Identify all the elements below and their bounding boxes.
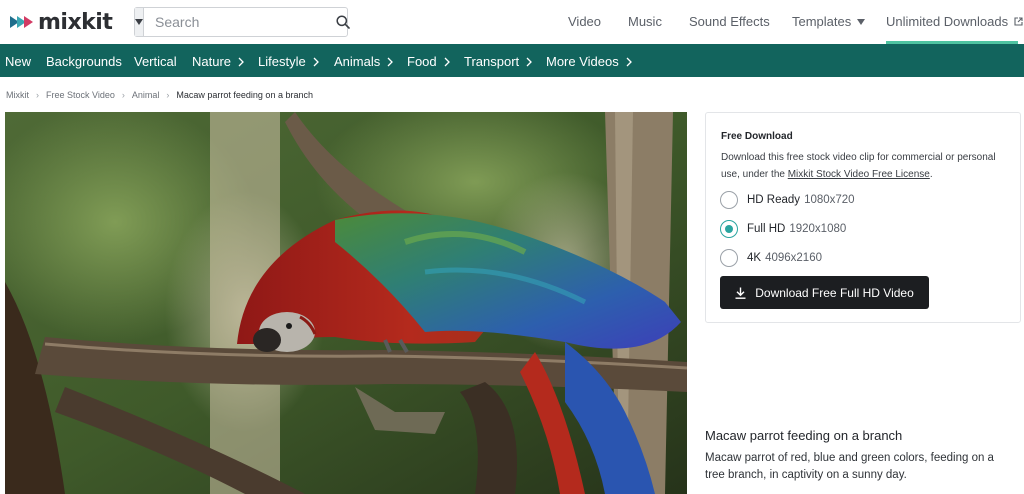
chevron-right-icon: [313, 57, 319, 66]
category-nature-label: Nature: [192, 54, 232, 69]
option-full-hd-name: Full HD: [747, 223, 786, 235]
chevron-right-icon: [444, 57, 450, 66]
nav-unlimited-downloads[interactable]: Unlimited Downloads: [886, 14, 1023, 29]
category-backgrounds[interactable]: Backgrounds: [46, 54, 122, 69]
radio-4k[interactable]: [720, 249, 738, 267]
breadcrumb: Mixkit › Free Stock Video › Animal › Mac…: [6, 90, 313, 100]
video-description: Macaw parrot of red, blue and green colo…: [705, 452, 994, 481]
download-button[interactable]: Download Free Full HD Video: [720, 276, 929, 309]
option-hd-ready-resolution: 1080x720: [804, 194, 855, 206]
option-full-hd[interactable]: Full HD 1920x1080: [720, 220, 846, 238]
category-transport[interactable]: Transport: [464, 54, 533, 69]
breadcrumb-free-stock-video[interactable]: Free Stock Video: [46, 90, 115, 100]
nav-unlimited-downloads-label: Unlimited Downloads: [886, 14, 1009, 29]
breadcrumb-mixkit[interactable]: Mixkit: [6, 90, 29, 100]
option-hd-ready-name: HD Ready: [747, 194, 801, 206]
category-animals[interactable]: Animals: [334, 54, 394, 69]
download-card-description: Download this free stock video clip for …: [721, 149, 1006, 183]
category-backgrounds-label: Backgrounds: [46, 54, 122, 69]
video-title: Macaw parrot feeding on a branch: [705, 428, 903, 443]
nav-sound-effects-label: Sound Effects: [689, 14, 770, 29]
option-hd-ready[interactable]: HD Ready 1080x720: [720, 191, 855, 209]
search-type-dropdown[interactable]: [135, 8, 144, 36]
category-transport-label: Transport: [464, 54, 520, 69]
search-box: [134, 7, 350, 37]
download-icon: [735, 287, 746, 299]
option-4k[interactable]: 4K 4096x2160: [720, 249, 822, 267]
category-more-videos-label: More Videos: [546, 54, 619, 69]
category-nature[interactable]: Nature: [192, 54, 244, 69]
radio-hd-ready[interactable]: [720, 191, 738, 209]
search-button[interactable]: [336, 8, 350, 36]
category-lifestyle-label: Lifestyle: [258, 54, 306, 69]
nav-video-label: Video: [568, 14, 602, 29]
download-button-label: Download Free Full HD Video: [755, 285, 914, 300]
category-food[interactable]: Food: [407, 54, 450, 69]
caret-down-icon: [135, 19, 143, 25]
chevron-right-icon: [626, 57, 632, 66]
nav-templates[interactable]: Templates: [792, 14, 866, 29]
external-link-icon: [1014, 17, 1023, 26]
logo-mark-icon: [10, 16, 33, 28]
chevron-right-icon: [526, 57, 533, 66]
download-card-title: Free Download: [721, 131, 793, 142]
download-card: Free Download Download this free stock v…: [705, 112, 1021, 323]
option-4k-name: 4K: [747, 252, 762, 264]
category-lifestyle[interactable]: Lifestyle: [258, 54, 319, 69]
category-more-videos[interactable]: More Videos: [546, 54, 632, 69]
category-new-label: New: [5, 54, 32, 69]
nav-video[interactable]: Video: [568, 14, 601, 29]
category-bar: New Backgrounds Vertical Nature Lifestyl…: [0, 44, 1024, 77]
radio-full-hd[interactable]: [720, 220, 738, 238]
download-desc-suffix: .: [929, 169, 933, 180]
caret-down-icon: [857, 18, 866, 25]
logo-text: mixkit: [38, 9, 113, 35]
nav-music-label: Music: [628, 14, 662, 29]
chevron-right-icon: [387, 57, 394, 66]
breadcrumb-separator: ›: [121, 90, 125, 100]
breadcrumb-separator: ›: [166, 90, 170, 100]
radio-selected-dot: [725, 225, 733, 233]
category-animals-label: Animals: [334, 54, 381, 69]
option-4k-resolution: 4096x2160: [765, 252, 822, 264]
breadcrumb-separator: ›: [36, 90, 39, 100]
video-player[interactable]: [5, 112, 687, 494]
option-full-hd-resolution: 1920x1080: [789, 223, 847, 235]
breadcrumb-current: Macaw parrot feeding on a branch: [176, 90, 313, 100]
site-header: mixkit Video Music Sound Effects Templat…: [0, 0, 1024, 44]
nav-sound-effects[interactable]: Sound Effects: [689, 14, 770, 29]
category-food-label: Food: [407, 54, 437, 69]
category-new[interactable]: New: [5, 54, 31, 69]
search-icon: [336, 15, 350, 29]
mixkit-logo[interactable]: mixkit: [10, 9, 113, 35]
category-vertical-label: Vertical: [134, 54, 177, 69]
category-vertical[interactable]: Vertical: [134, 54, 177, 69]
chevron-right-icon: [238, 57, 244, 66]
license-link[interactable]: Mixkit Stock Video Free License: [788, 169, 930, 180]
nav-music[interactable]: Music: [628, 14, 662, 29]
breadcrumb-animal[interactable]: Animal: [132, 90, 160, 100]
search-input[interactable]: [144, 8, 336, 36]
nav-templates-label: Templates: [792, 14, 852, 29]
video-frame-macaw: [5, 112, 687, 494]
